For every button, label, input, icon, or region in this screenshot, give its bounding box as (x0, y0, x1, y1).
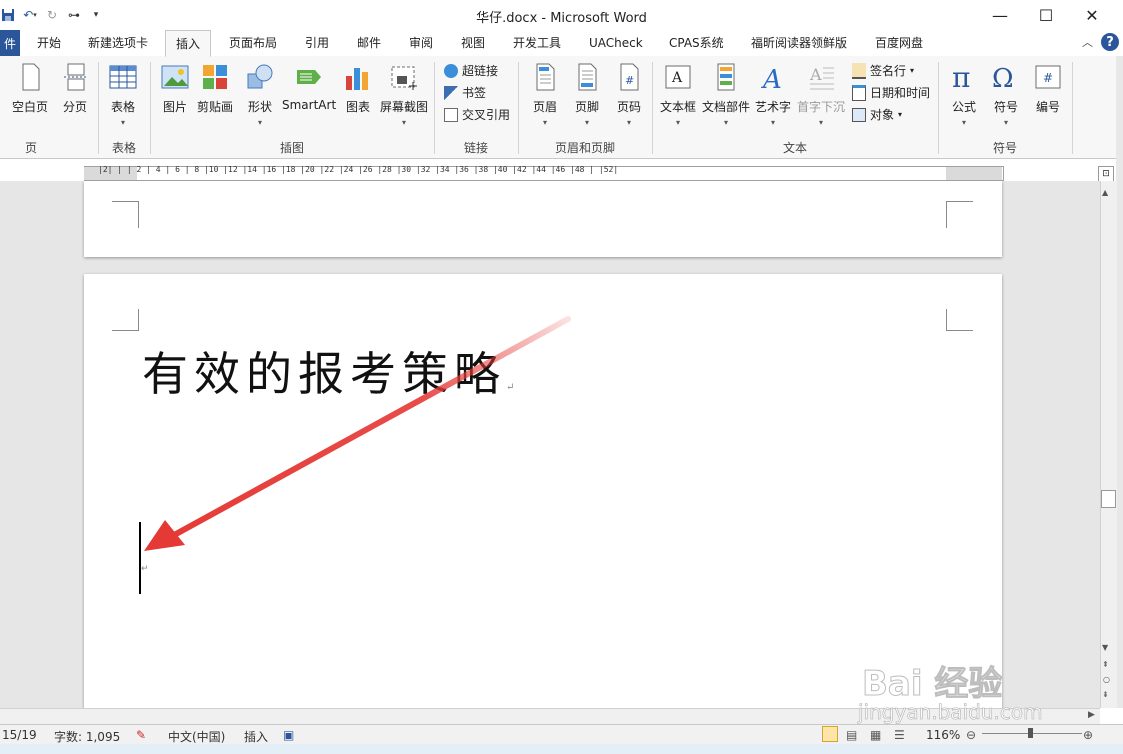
scroll-up-icon[interactable]: ▲ (1102, 188, 1108, 197)
watermark-url: jingyan.baidu.com (858, 700, 1043, 725)
status-language[interactable]: 中文(中国) (168, 728, 225, 745)
browse-object-icon[interactable]: ○ (1103, 675, 1110, 684)
status-page[interactable]: 15/19 (2, 728, 37, 742)
web-view-icon[interactable]: ▦ (870, 728, 881, 742)
vertical-scrollbar[interactable] (1100, 181, 1117, 708)
tab-insert[interactable]: 插入 (165, 30, 212, 57)
baidu-jingyan-logo: Bai 经验 (861, 664, 1003, 705)
scroll-down-icon[interactable]: ▼ (1102, 643, 1108, 652)
macro-record-icon[interactable]: ▣ (283, 728, 294, 742)
print-layout-view-icon[interactable] (822, 726, 838, 742)
zoom-slider-thumb[interactable] (1028, 728, 1033, 738)
status-zoom-level[interactable]: 116% (926, 728, 960, 742)
scroll-right-icon[interactable]: ▶ (1088, 710, 1095, 720)
zoom-out-icon[interactable]: ⊖ (966, 728, 976, 742)
outline-view-icon[interactable]: ☰ (894, 728, 905, 742)
annotation-arrow (144, 316, 571, 551)
vertical-scroll-thumb[interactable] (1101, 490, 1116, 508)
status-insert-mode[interactable]: 插入 (244, 728, 268, 745)
zoom-in-icon[interactable]: ⊕ (1083, 728, 1093, 742)
taskbar (0, 744, 1123, 754)
next-page-icon[interactable]: ⇟ (1102, 690, 1109, 699)
proofing-icon[interactable]: ✎ (136, 728, 146, 742)
full-screen-view-icon[interactable]: ▤ (846, 728, 857, 742)
status-word-count[interactable]: 字数: 1,095 (54, 728, 120, 745)
previous-page-icon[interactable]: ⇞ (1102, 660, 1109, 669)
